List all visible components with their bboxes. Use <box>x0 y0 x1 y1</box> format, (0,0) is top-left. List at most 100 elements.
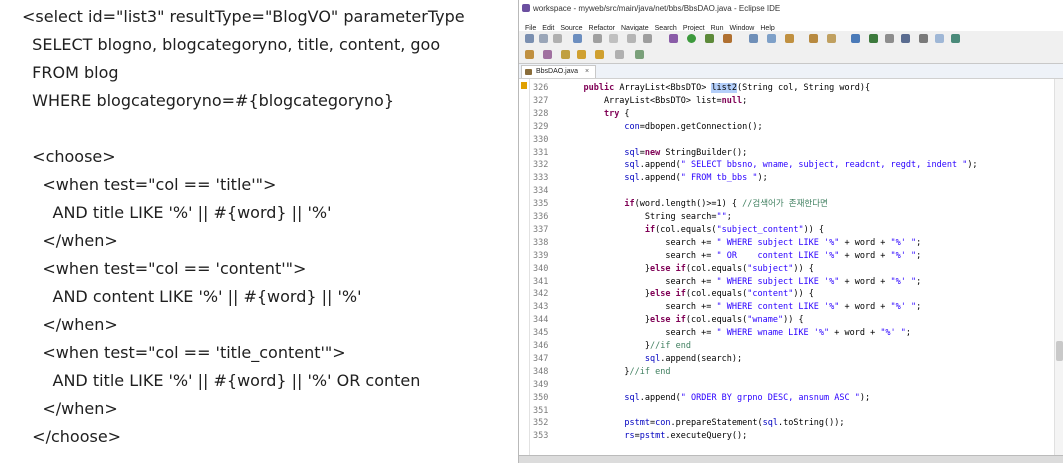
line-number: 342 <box>533 289 549 300</box>
code-line: 327 ArrayList<BbsDTO> list=null; <box>519 95 1063 108</box>
save-all-icon[interactable] <box>553 34 562 43</box>
code-line: 348 }//if end <box>519 366 1063 379</box>
new-class-icon[interactable] <box>785 34 794 43</box>
code-text: }else if(col.equals("wname")) { <box>563 315 804 326</box>
open-folder-icon[interactable] <box>809 34 818 43</box>
code-line: 336 String search=""; <box>519 211 1063 224</box>
next-annotation-icon[interactable] <box>869 34 878 43</box>
show-whitespace-icon[interactable] <box>643 34 652 43</box>
link-icon[interactable] <box>525 50 534 59</box>
coverage-icon[interactable] <box>705 34 714 43</box>
code-line: 334 <box>519 185 1063 198</box>
code-text: sql.append(" ORDER BY grpno DESC, ansnum… <box>624 392 871 403</box>
line-number: 338 <box>533 237 549 248</box>
code-line: 335 if(word.length()>=1) { //검색어가 존재한다면 <box>519 198 1063 211</box>
slide-code-line: FROM blog <box>22 63 119 82</box>
eclipse-app-icon <box>522 4 530 12</box>
code-line: 326 public ArrayList<BbsDTO> list2(Strin… <box>519 82 1063 95</box>
pilcrow-icon[interactable] <box>919 34 928 43</box>
code-line: 353 rs=pstmt.executeQuery(); <box>519 430 1063 443</box>
code-line: 329 con=dbopen.getConnection(); <box>519 121 1063 134</box>
code-line: 343 search += " WHERE content LIKE '%" +… <box>519 301 1063 314</box>
code-text: search += " WHERE subject LIKE '%" + wor… <box>563 276 922 287</box>
line-number: 335 <box>533 199 549 210</box>
last-edit-location-icon[interactable] <box>561 50 570 59</box>
editor-tab-bar: BbsDAO.java × <box>519 64 1063 79</box>
save-icon[interactable] <box>539 34 548 43</box>
menu-bar: File Edit Source Refactor Navigate Search Proj… <box>519 17 1063 32</box>
line-number: 345 <box>533 328 549 339</box>
slide-code-line: SELECT blogno, blogcategoryno, title, co… <box>22 35 441 54</box>
toggle-word-wrap-icon[interactable] <box>935 34 944 43</box>
code-text: sql.append(" FROM tb_bbs "); <box>624 173 768 184</box>
forward-icon[interactable] <box>595 50 604 59</box>
line-number: 353 <box>533 431 549 442</box>
run-icon[interactable] <box>687 34 696 43</box>
line-number: 330 <box>533 134 549 145</box>
new-java-project-icon[interactable] <box>749 34 758 43</box>
mark-occurrences-icon[interactable] <box>609 34 618 43</box>
code-line: 344 }else if(col.equals("wname")) { <box>519 314 1063 327</box>
code-text: if(word.length()>=1) { //검색어가 존재한다면 <box>624 199 828 210</box>
code-text: search += " OR content LIKE '%" + word +… <box>563 250 922 261</box>
line-number: 346 <box>533 341 549 351</box>
toggle-breadcrumb-icon[interactable] <box>885 34 894 43</box>
line-number: 344 <box>533 315 549 326</box>
java-file-icon <box>525 69 532 75</box>
slide-code-line: <when test="col == 'content'"> <box>22 259 307 278</box>
code-text: sql=new StringBuilder(); <box>624 147 748 158</box>
code-line: 342 }else if(col.equals("content")) { <box>519 288 1063 301</box>
code-text: search += " WHERE subject LIKE '%" + wor… <box>563 237 922 248</box>
pen-icon[interactable] <box>827 34 836 43</box>
code-line: 350 sql.append(" ORDER BY grpno DESC, an… <box>519 392 1063 405</box>
debug-icon[interactable] <box>669 34 678 43</box>
outline-icon[interactable] <box>951 34 960 43</box>
line-number: 326 <box>533 83 549 93</box>
new-package-icon[interactable] <box>767 34 776 43</box>
code-text: try { <box>603 108 630 119</box>
quick-access-icon[interactable] <box>635 50 644 59</box>
code-text: }//if end <box>563 366 671 377</box>
slide-panel: <select id="list3" resultType="BlogVO" p… <box>0 0 520 463</box>
line-number: 347 <box>533 353 549 364</box>
code-line: 328 try { <box>519 108 1063 121</box>
pin-editor-icon[interactable] <box>851 34 860 43</box>
new-file-icon[interactable] <box>525 34 534 43</box>
scrollbar-thumb[interactable] <box>1056 341 1063 361</box>
line-number: 339 <box>533 250 549 261</box>
slide-code-line: <choose> <box>22 147 116 166</box>
code-line: 337 if(col.equals("subject_content")) { <box>519 224 1063 237</box>
nav-arrow-icon[interactable] <box>615 50 624 59</box>
eclipse-window: workspace - myweb/src/main/java/net/bbs/… <box>518 0 1063 463</box>
slide-code-line: </choose> <box>22 427 122 446</box>
open-type-icon[interactable] <box>593 34 602 43</box>
slide-code-line: </when> <box>22 315 118 334</box>
code-line: 352 pstmt=con.prepareStatement(sql.toStr… <box>519 417 1063 430</box>
next-edit-icon[interactable] <box>543 50 552 59</box>
line-number: 352 <box>533 418 549 429</box>
code-text: search += " WHERE wname LIKE '%" + word … <box>563 328 912 339</box>
line-number: 331 <box>533 147 549 158</box>
code-line: 340 }else if(col.equals("subject")) { <box>519 263 1063 276</box>
print-icon[interactable] <box>573 34 582 43</box>
tab-close-icon[interactable]: × <box>585 68 589 75</box>
code-text: public ArrayList<BbsDTO> list2(String co… <box>583 83 871 93</box>
code-line: 347 sql.append(search); <box>519 353 1063 366</box>
code-text: }//if end <box>563 341 691 351</box>
external-tools-icon[interactable] <box>723 34 732 43</box>
code-editor: BbsDAO.java × 326 public ArrayList<BbsDT… <box>519 63 1063 456</box>
code-line: 332 sql.append(" SELECT bbsno, wname, su… <box>519 159 1063 172</box>
back-icon[interactable] <box>577 50 586 59</box>
line-number: 343 <box>533 302 549 313</box>
tab-bbsdao-java[interactable]: BbsDAO.java × <box>521 65 597 78</box>
server-icon[interactable] <box>901 34 910 43</box>
code-text: if(col.equals("subject_content")) { <box>644 224 825 235</box>
toggle-block-icon[interactable] <box>627 34 636 43</box>
line-number: 348 <box>533 366 549 377</box>
title-bar: workspace - myweb/src/main/java/net/bbs/… <box>519 0 1063 17</box>
code-text: }else if(col.equals("subject")) { <box>563 263 814 274</box>
line-number: 351 <box>533 405 549 416</box>
vertical-scrollbar[interactable] <box>1054 79 1063 456</box>
line-number: 329 <box>533 121 549 132</box>
code-area[interactable]: 326 public ArrayList<BbsDTO> list2(Strin… <box>519 79 1063 456</box>
